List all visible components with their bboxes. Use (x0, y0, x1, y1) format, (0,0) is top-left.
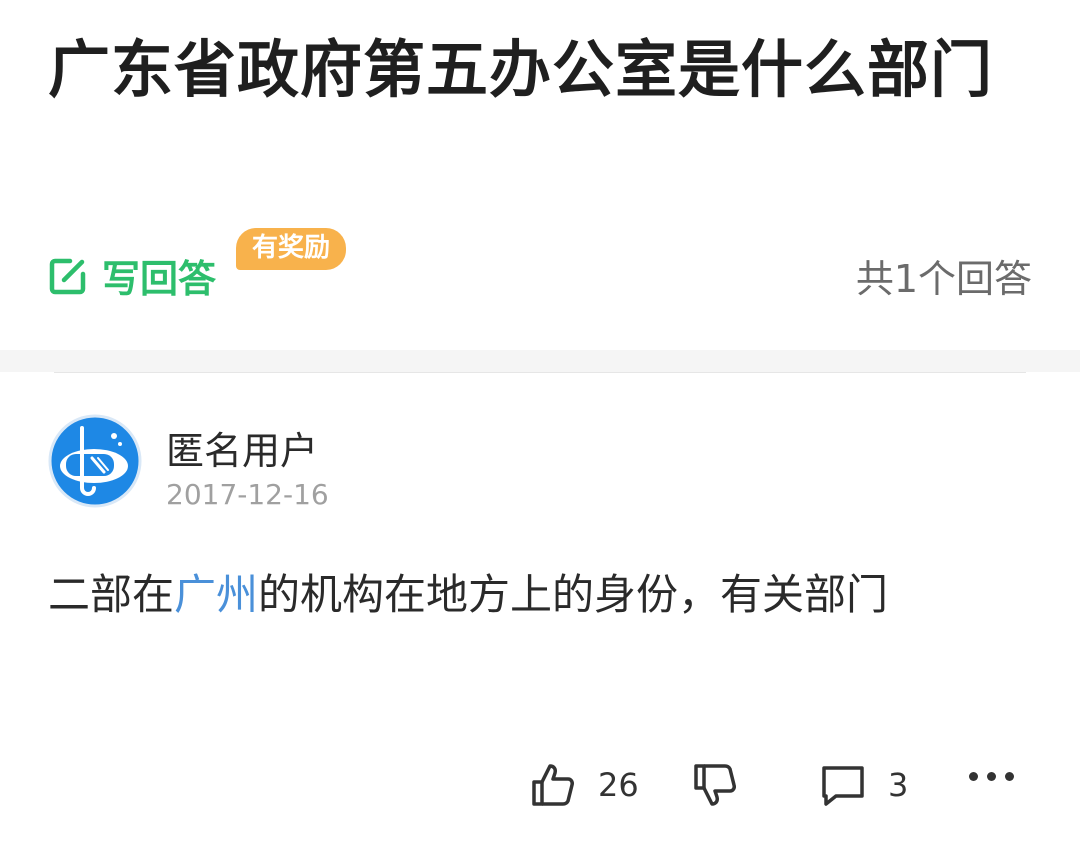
more-dots-icon[interactable] (969, 772, 1014, 781)
answer-text-end: 的机构在地方上的身份，有关部门 (258, 570, 889, 619)
write-answer-label: 写回答 (102, 257, 217, 301)
dislike-button[interactable] (692, 762, 738, 808)
user-name[interactable]: 匿名用户 (166, 420, 318, 475)
edit-icon (49, 258, 86, 294)
keyword-link[interactable]: 广州 (174, 570, 258, 619)
write-answer-button[interactable]: 写回答 (48, 248, 216, 303)
divider (54, 372, 1026, 373)
thumbs-up-icon (532, 764, 574, 806)
question-title: 广东省政府第五办公室是什么部门 (48, 33, 994, 106)
thumbs-down-icon (694, 764, 736, 806)
answer-count: 共1个回答 (855, 257, 1032, 301)
answer-text-start: 二部在 (48, 570, 175, 619)
reward-badge: 有奖励 (236, 228, 347, 270)
dot (969, 772, 978, 781)
section-separator (0, 350, 1080, 372)
avatar[interactable] (48, 414, 142, 508)
comment-count: 3 (888, 766, 909, 804)
dot (1005, 772, 1014, 781)
like-button[interactable]: 26 (530, 762, 639, 808)
post-date: 2017-12-16 (166, 478, 329, 511)
comment-button[interactable]: 3 (820, 762, 908, 808)
answer-actions: 26 3 (0, 762, 1080, 822)
answer-bar: 写回答 有奖励 共1个回答 (48, 226, 1032, 316)
dot (987, 772, 996, 781)
answer-text: 二部在广州的机构在地方上的身份，有关部门 (48, 556, 1028, 634)
like-count: 26 (598, 766, 639, 804)
comment-icon (822, 766, 864, 806)
